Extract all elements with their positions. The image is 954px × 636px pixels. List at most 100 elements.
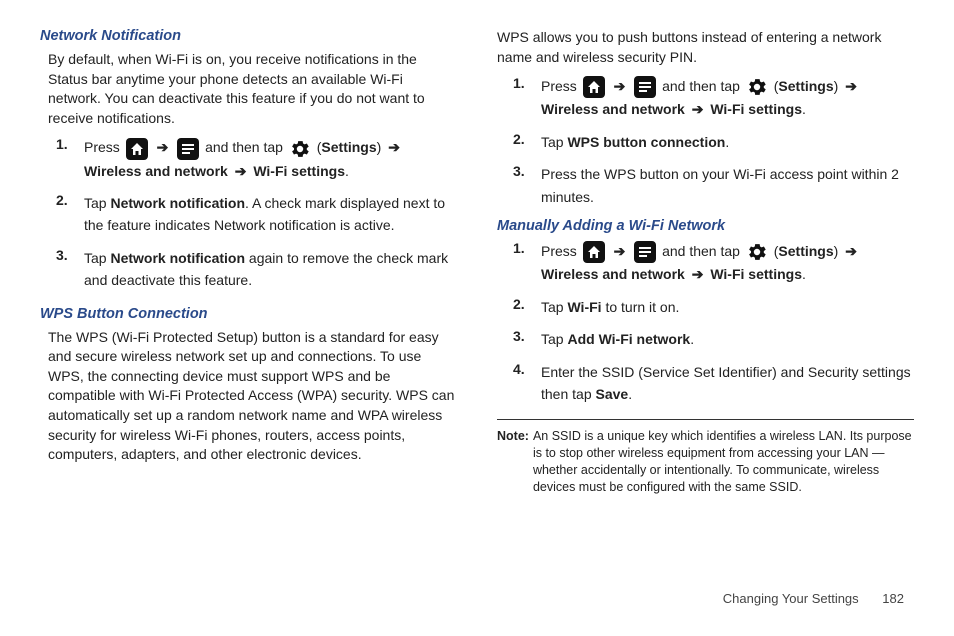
step-text: Press ➔ and then tap (Settings) ➔ Wirele… bbox=[541, 240, 914, 286]
step-number: 4. bbox=[513, 361, 541, 406]
text-bold: Wireless and network bbox=[541, 101, 685, 117]
step-number: 3. bbox=[513, 163, 541, 208]
text-fragment: and then tap bbox=[662, 78, 744, 94]
text-fragment: Press bbox=[84, 139, 124, 155]
left-column: Network Notification By default, when Wi… bbox=[40, 28, 457, 496]
text-bold: Add Wi-Fi network bbox=[567, 331, 690, 347]
arrow-icon: ➔ bbox=[692, 101, 704, 117]
text-fragment: Press bbox=[541, 243, 581, 259]
step-text: Tap Add Wi-Fi network. bbox=[541, 328, 914, 350]
footer-title: Changing Your Settings bbox=[723, 591, 859, 606]
step-number: 3. bbox=[56, 247, 84, 292]
text-fragment: Tap bbox=[84, 250, 110, 266]
text-fragment: Tap bbox=[84, 195, 110, 211]
arrow-icon: ➔ bbox=[692, 266, 704, 282]
step-text: Tap WPS button connection. bbox=[541, 131, 914, 153]
page-number: 182 bbox=[882, 591, 904, 606]
text-bold: WPS button connection bbox=[567, 134, 725, 150]
step-item: 3. Tap Add Wi-Fi network. bbox=[497, 328, 914, 350]
step-number: 2. bbox=[513, 296, 541, 318]
section-wps-button: WPS Button Connection The WPS (Wi-Fi Pro… bbox=[40, 306, 457, 465]
arrow-icon: ➔ bbox=[388, 139, 400, 155]
step-text: Press ➔ and then tap (Settings) ➔ Wirele… bbox=[84, 136, 457, 182]
step-item: 1. Press ➔ and then tap (Settings) ➔ Wir… bbox=[40, 136, 457, 182]
step-item: 1. Press ➔ and then tap (Settings) ➔ Wir… bbox=[497, 75, 914, 121]
text-bold: Wi-Fi settings bbox=[710, 266, 802, 282]
step-number: 1. bbox=[513, 240, 541, 286]
settings-label: Settings bbox=[778, 78, 833, 94]
step-item: 2. Tap Network notification. A check mar… bbox=[40, 192, 457, 237]
text-fragment: Tap bbox=[541, 299, 567, 315]
body-wps-button: The WPS (Wi-Fi Protected Setup) button i… bbox=[40, 328, 457, 465]
step-item: 1. Press ➔ and then tap (Settings) ➔ Wir… bbox=[497, 240, 914, 286]
text-fragment: Tap bbox=[541, 331, 567, 347]
gear-icon bbox=[746, 241, 768, 263]
text-fragment: (Settings) bbox=[317, 139, 385, 155]
section-network-notification: Network Notification By default, when Wi… bbox=[40, 28, 457, 292]
note-divider bbox=[497, 419, 914, 420]
step-text: Press ➔ and then tap (Settings) ➔ Wirele… bbox=[541, 75, 914, 121]
text-fragment: . bbox=[802, 266, 806, 282]
step-text: Press the WPS button on your Wi-Fi acces… bbox=[541, 163, 914, 208]
step-text: Tap Network notification. A check mark d… bbox=[84, 192, 457, 237]
step-number: 2. bbox=[56, 192, 84, 237]
text-bold: Network notification bbox=[110, 250, 245, 266]
body-network-notification: By default, when Wi-Fi is on, you receiv… bbox=[40, 50, 457, 128]
text-bold: Network notification bbox=[110, 195, 245, 211]
step-number: 3. bbox=[513, 328, 541, 350]
arrow-icon: ➔ bbox=[845, 243, 857, 259]
step-item: 2. Tap WPS button connection. bbox=[497, 131, 914, 153]
note-label: Note: bbox=[497, 428, 529, 496]
text-bold: Save bbox=[596, 386, 629, 402]
step-text: Tap Network notification again to remove… bbox=[84, 247, 457, 292]
body-wps-intro: WPS allows you to push buttons instead o… bbox=[497, 28, 914, 67]
home-icon bbox=[583, 76, 605, 98]
step-item: 4. Enter the SSID (Service Set Identifie… bbox=[497, 361, 914, 406]
menu-icon bbox=[177, 138, 199, 160]
home-icon bbox=[583, 241, 605, 263]
heading-wps-button: WPS Button Connection bbox=[40, 306, 457, 322]
text-fragment: . bbox=[725, 134, 729, 150]
home-icon bbox=[126, 138, 148, 160]
step-number: 2. bbox=[513, 131, 541, 153]
settings-label: Settings bbox=[778, 243, 833, 259]
step-text: Enter the SSID (Service Set Identifier) … bbox=[541, 361, 914, 406]
settings-label: Settings bbox=[321, 139, 376, 155]
text-bold: Wireless and network bbox=[541, 266, 685, 282]
text-fragment: Tap bbox=[541, 134, 567, 150]
text-bold: Wi-Fi settings bbox=[253, 163, 345, 179]
text-fragment: (Settings) bbox=[774, 243, 842, 259]
text-fragment: (Settings) bbox=[774, 78, 842, 94]
right-column: WPS allows you to push buttons instead o… bbox=[497, 28, 914, 496]
gear-icon bbox=[289, 138, 311, 160]
step-item: 3. Tap Network notification again to rem… bbox=[40, 247, 457, 292]
note-block: Note: An SSID is a unique key which iden… bbox=[497, 428, 914, 496]
heading-network-notification: Network Notification bbox=[40, 28, 457, 44]
arrow-icon: ➔ bbox=[614, 243, 626, 259]
heading-manual-wifi: Manually Adding a Wi-Fi Network bbox=[497, 218, 914, 234]
text-bold: Wi-Fi bbox=[567, 299, 601, 315]
step-number: 1. bbox=[513, 75, 541, 121]
step-number: 1. bbox=[56, 136, 84, 182]
arrow-icon: ➔ bbox=[235, 163, 247, 179]
text-fragment: . bbox=[802, 101, 806, 117]
arrow-icon: ➔ bbox=[845, 78, 857, 94]
page-footer: Changing Your Settings 182 bbox=[723, 591, 904, 606]
text-fragment: . bbox=[628, 386, 632, 402]
arrow-icon: ➔ bbox=[157, 139, 169, 155]
text-bold: Wi-Fi settings bbox=[710, 101, 802, 117]
menu-icon bbox=[634, 241, 656, 263]
text-fragment: and then tap bbox=[662, 243, 744, 259]
step-item: 3. Press the WPS button on your Wi-Fi ac… bbox=[497, 163, 914, 208]
step-text: Tap Wi-Fi to turn it on. bbox=[541, 296, 914, 318]
text-fragment: to turn it on. bbox=[602, 299, 680, 315]
text-fragment: Press bbox=[541, 78, 581, 94]
text-fragment: and then tap bbox=[205, 139, 287, 155]
gear-icon bbox=[746, 76, 768, 98]
text-fragment: . bbox=[345, 163, 349, 179]
step-item: 2. Tap Wi-Fi to turn it on. bbox=[497, 296, 914, 318]
text-fragment: . bbox=[690, 331, 694, 347]
text-bold: Wireless and network bbox=[84, 163, 228, 179]
arrow-icon: ➔ bbox=[614, 78, 626, 94]
menu-icon bbox=[634, 76, 656, 98]
